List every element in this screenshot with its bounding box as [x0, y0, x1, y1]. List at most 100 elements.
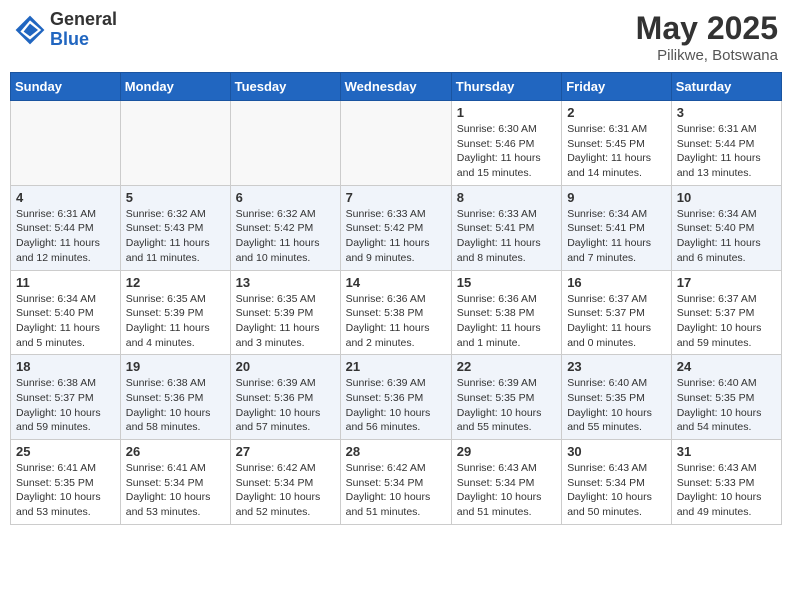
weekday-header-friday: Friday: [562, 73, 672, 101]
calendar-cell: 3Sunrise: 6:31 AM Sunset: 5:44 PM Daylig…: [671, 101, 781, 186]
day-number: 10: [677, 190, 776, 205]
month-title: May 2025: [636, 10, 778, 47]
calendar-cell: 19 Sunrise: 6:38 AM Sunset: 5:36 PM Dayli…: [120, 355, 230, 440]
day-info: Sunrise: 6:41 AM Sunset: 5:35 PM Dayligh…: [16, 461, 115, 520]
day-number: 30: [567, 444, 666, 459]
day-info: Sunrise: 6:33 AM Sunset: 5:41 PM Dayligh…: [457, 207, 556, 266]
day-number: 14: [346, 275, 446, 290]
day-number: 16: [567, 275, 666, 290]
day-info: Sunrise: 6:38 AM Sunset: 5:36 PM Dayligh…: [126, 376, 225, 435]
location: Pilikwe, Botswana: [636, 47, 778, 64]
day-info: Sunrise: 6:34 AM Sunset: 5:41 PM Dayligh…: [567, 207, 666, 266]
calendar-cell: 12Sunrise: 6:35 AM Sunset: 5:39 PM Dayli…: [120, 270, 230, 355]
day-info: Sunrise: 6:32 AM Sunset: 5:43 PM Dayligh…: [126, 207, 225, 266]
day-number: 12: [126, 275, 225, 290]
calendar-week-5: 25 Sunrise: 6:41 AM Sunset: 5:35 PM Dayli…: [11, 440, 782, 525]
calendar-cell: [11, 101, 121, 186]
calendar-cell: [120, 101, 230, 186]
calendar-cell: 17 Sunrise: 6:37 AM Sunset: 5:37 PM Dayli…: [671, 270, 781, 355]
day-number: 23: [567, 359, 666, 374]
day-info: Sunrise: 6:43 AM Sunset: 5:34 PM Dayligh…: [457, 461, 556, 520]
calendar-week-4: 18Sunrise: 6:38 AM Sunset: 5:37 PM Dayli…: [11, 355, 782, 440]
calendar-cell: 21 Sunrise: 6:39 AM Sunset: 5:36 PM Dayli…: [340, 355, 451, 440]
calendar-cell: 7 Sunrise: 6:33 AM Sunset: 5:42 PM Daylig…: [340, 185, 451, 270]
calendar-cell: 29Sunrise: 6:43 AM Sunset: 5:34 PM Dayli…: [451, 440, 561, 525]
day-number: 24: [677, 359, 776, 374]
weekday-header-thursday: Thursday: [451, 73, 561, 101]
calendar-cell: 4 Sunrise: 6:31 AM Sunset: 5:44 PM Daylig…: [11, 185, 121, 270]
calendar-cell: 25 Sunrise: 6:41 AM Sunset: 5:35 PM Dayli…: [11, 440, 121, 525]
day-number: 6: [236, 190, 335, 205]
calendar-cell: 31 Sunrise: 6:43 AM Sunset: 5:33 PM Dayli…: [671, 440, 781, 525]
day-info: Sunrise: 6:39 AM Sunset: 5:35 PM Dayligh…: [457, 376, 556, 435]
day-info: Sunrise: 6:31 AM Sunset: 5:44 PM Dayligh…: [16, 207, 115, 266]
day-number: 17: [677, 275, 776, 290]
day-info: Sunrise: 6:36 AM Sunset: 5:38 PM Dayligh…: [346, 292, 446, 351]
weekday-header-sunday: Sunday: [11, 73, 121, 101]
logo-text: General Blue: [50, 10, 117, 50]
calendar: SundayMondayTuesdayWednesdayThursdayFrid…: [10, 72, 782, 525]
day-number: 25: [16, 444, 115, 459]
calendar-cell: 22 Sunrise: 6:39 AM Sunset: 5:35 PM Dayli…: [451, 355, 561, 440]
day-info: Sunrise: 6:42 AM Sunset: 5:34 PM Dayligh…: [346, 461, 446, 520]
day-info: Sunrise: 6:36 AM Sunset: 5:38 PM Dayligh…: [457, 292, 556, 351]
calendar-cell: 11 Sunrise: 6:34 AM Sunset: 5:40 PM Dayli…: [11, 270, 121, 355]
calendar-cell: 1Sunrise: 6:30 AM Sunset: 5:46 PM Daylig…: [451, 101, 561, 186]
day-number: 9: [567, 190, 666, 205]
day-info: Sunrise: 6:39 AM Sunset: 5:36 PM Dayligh…: [346, 376, 446, 435]
weekday-header-row: SundayMondayTuesdayWednesdayThursdayFrid…: [11, 73, 782, 101]
day-number: 21: [346, 359, 446, 374]
day-number: 27: [236, 444, 335, 459]
day-info: Sunrise: 6:37 AM Sunset: 5:37 PM Dayligh…: [567, 292, 666, 351]
day-number: 31: [677, 444, 776, 459]
day-number: 4: [16, 190, 115, 205]
day-number: 5: [126, 190, 225, 205]
day-number: 22: [457, 359, 556, 374]
day-info: Sunrise: 6:40 AM Sunset: 5:35 PM Dayligh…: [567, 376, 666, 435]
calendar-cell: 24Sunrise: 6:40 AM Sunset: 5:35 PM Dayli…: [671, 355, 781, 440]
day-info: Sunrise: 6:33 AM Sunset: 5:42 PM Dayligh…: [346, 207, 446, 266]
day-info: Sunrise: 6:35 AM Sunset: 5:39 PM Dayligh…: [236, 292, 335, 351]
day-number: 18: [16, 359, 115, 374]
day-info: Sunrise: 6:43 AM Sunset: 5:33 PM Dayligh…: [677, 461, 776, 520]
calendar-cell: 26 Sunrise: 6:41 AM Sunset: 5:34 PM Dayli…: [120, 440, 230, 525]
calendar-cell: 13 Sunrise: 6:35 AM Sunset: 5:39 PM Dayli…: [230, 270, 340, 355]
calendar-cell: 27Sunrise: 6:42 AM Sunset: 5:34 PM Dayli…: [230, 440, 340, 525]
title-area: May 2025 Pilikwe, Botswana: [636, 10, 778, 64]
calendar-cell: 5 Sunrise: 6:32 AM Sunset: 5:43 PM Daylig…: [120, 185, 230, 270]
day-number: 2: [567, 105, 666, 120]
weekday-header-saturday: Saturday: [671, 73, 781, 101]
logo-general: General: [50, 10, 117, 30]
day-info: Sunrise: 6:37 AM Sunset: 5:37 PM Dayligh…: [677, 292, 776, 351]
day-info: Sunrise: 6:41 AM Sunset: 5:34 PM Dayligh…: [126, 461, 225, 520]
calendar-week-1: 1Sunrise: 6:30 AM Sunset: 5:46 PM Daylig…: [11, 101, 782, 186]
day-number: 8: [457, 190, 556, 205]
day-number: 11: [16, 275, 115, 290]
logo: General Blue: [14, 10, 117, 50]
weekday-header-monday: Monday: [120, 73, 230, 101]
calendar-week-3: 11 Sunrise: 6:34 AM Sunset: 5:40 PM Dayli…: [11, 270, 782, 355]
calendar-cell: 6Sunrise: 6:32 AM Sunset: 5:42 PM Daylig…: [230, 185, 340, 270]
day-number: 3: [677, 105, 776, 120]
day-info: Sunrise: 6:34 AM Sunset: 5:40 PM Dayligh…: [16, 292, 115, 351]
day-number: 26: [126, 444, 225, 459]
calendar-cell: [340, 101, 451, 186]
weekday-header-tuesday: Tuesday: [230, 73, 340, 101]
calendar-cell: 9 Sunrise: 6:34 AM Sunset: 5:41 PM Daylig…: [562, 185, 672, 270]
calendar-cell: 20Sunrise: 6:39 AM Sunset: 5:36 PM Dayli…: [230, 355, 340, 440]
calendar-cell: 28Sunrise: 6:42 AM Sunset: 5:34 PM Dayli…: [340, 440, 451, 525]
day-info: Sunrise: 6:34 AM Sunset: 5:40 PM Dayligh…: [677, 207, 776, 266]
day-info: Sunrise: 6:39 AM Sunset: 5:36 PM Dayligh…: [236, 376, 335, 435]
day-number: 15: [457, 275, 556, 290]
day-number: 19: [126, 359, 225, 374]
day-info: Sunrise: 6:43 AM Sunset: 5:34 PM Dayligh…: [567, 461, 666, 520]
day-number: 7: [346, 190, 446, 205]
calendar-cell: 30 Sunrise: 6:43 AM Sunset: 5:34 PM Dayli…: [562, 440, 672, 525]
header: General Blue May 2025 Pilikwe, Botswana: [10, 10, 782, 64]
weekday-header-wednesday: Wednesday: [340, 73, 451, 101]
day-info: Sunrise: 6:31 AM Sunset: 5:45 PM Dayligh…: [567, 122, 666, 181]
logo-icon: [14, 14, 46, 46]
day-number: 13: [236, 275, 335, 290]
day-info: Sunrise: 6:30 AM Sunset: 5:46 PM Dayligh…: [457, 122, 556, 181]
calendar-cell: 16 Sunrise: 6:37 AM Sunset: 5:37 PM Dayli…: [562, 270, 672, 355]
